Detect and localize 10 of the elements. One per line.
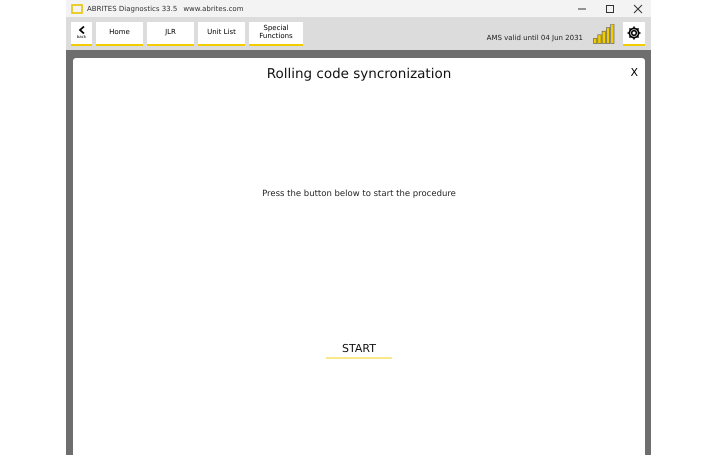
settings-button[interactable]	[623, 22, 645, 46]
settings-icon	[626, 24, 642, 40]
close-button[interactable]: X	[630, 66, 638, 79]
instruction-text: Press the button below to start the procedure	[262, 189, 456, 199]
maximize-icon[interactable]	[605, 4, 615, 14]
start-button[interactable]: START	[326, 342, 392, 359]
app-logo-icon	[71, 4, 83, 14]
signal-bars-icon	[593, 24, 615, 44]
dialog-title: Rolling code syncronization	[266, 66, 452, 82]
close-icon[interactable]	[633, 4, 643, 14]
